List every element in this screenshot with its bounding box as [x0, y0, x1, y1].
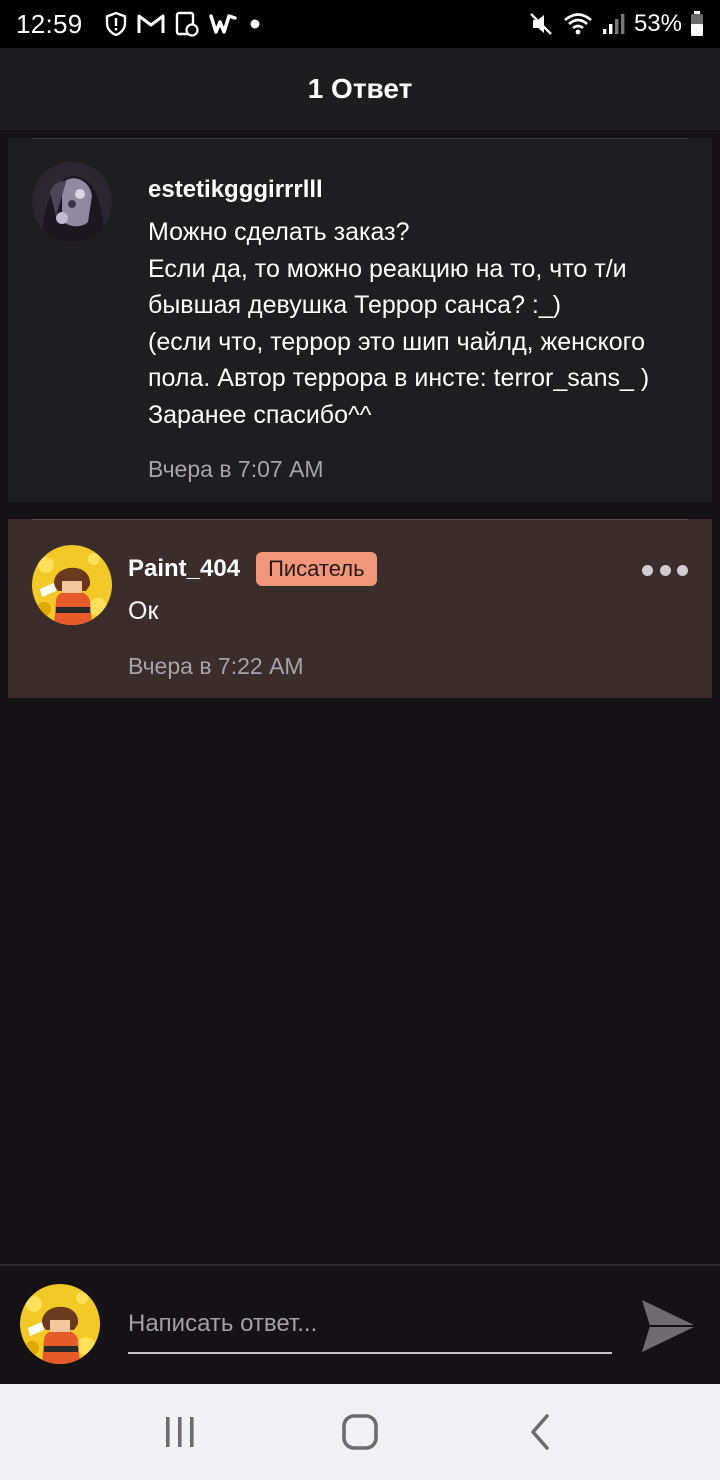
- reply-header: Paint_404 Писатель: [128, 551, 628, 587]
- page-title: 1 Ответ: [307, 73, 413, 104]
- avatar[interactable]: [32, 162, 112, 242]
- comment-text: Можно сделать заказ? Если да, то можно р…: [148, 218, 650, 429]
- comment-header: estetikgggirrrlll: [148, 172, 688, 208]
- reply-card: Paint_404 Писатель Ок Вчера в 7:22 AM: [8, 519, 712, 698]
- notification-app-icon: [175, 11, 199, 37]
- battery-percent: 53%: [633, 10, 682, 37]
- back-button[interactable]: [510, 1402, 570, 1462]
- more-dot: [642, 564, 653, 576]
- recents-icon: [166, 1417, 194, 1447]
- more-options-button[interactable]: [642, 555, 688, 585]
- reply-body: Paint_404 Писатель Ок: [128, 551, 628, 630]
- comment-timestamp: Вчера в 7:07 AM: [148, 456, 324, 482]
- status-bar: 12:59 53%: [0, 0, 720, 48]
- reply-timestamp: Вчера в 7:22 AM: [128, 653, 304, 679]
- dot-icon: [250, 19, 260, 29]
- status-left-icons: [105, 11, 263, 37]
- mute-icon: [530, 13, 552, 35]
- comment-card: estetikgggirrrlll Можно сделать заказ? Е…: [8, 138, 712, 502]
- avatar[interactable]: [32, 545, 112, 625]
- battery-icon: [691, 11, 703, 36]
- wattpad-icon: [208, 14, 237, 34]
- send-icon: [642, 1300, 696, 1352]
- reply-input[interactable]: [128, 1296, 612, 1354]
- status-right: 53%: [528, 10, 704, 38]
- thread-header: 1 Ответ: [0, 48, 720, 130]
- system-nav-bar: [0, 1384, 720, 1480]
- wifi-icon: [564, 13, 592, 35]
- status-time: 12:59: [16, 8, 83, 39]
- home-icon: [342, 1414, 378, 1450]
- more-dot: [677, 564, 688, 576]
- home-button[interactable]: [330, 1402, 390, 1462]
- reply-text: Ок: [128, 597, 159, 625]
- more-dot: [659, 564, 671, 576]
- divider: [32, 519, 688, 520]
- back-icon: [531, 1414, 549, 1450]
- username[interactable]: estetikgggirrrlll: [148, 176, 323, 204]
- send-button[interactable]: [640, 1298, 698, 1354]
- divider: [32, 138, 688, 139]
- screen: 12:59 53% 1 Ответ estetikgggirrrlll Можн…: [0, 0, 720, 1480]
- comment-body: estetikgggirrrlll Можно сделать заказ? Е…: [148, 172, 688, 433]
- recent-apps-button[interactable]: [150, 1402, 210, 1462]
- gmail-icon: [137, 14, 165, 33]
- username[interactable]: Paint_404: [128, 555, 240, 583]
- shield-icon: [105, 12, 126, 36]
- reply-composer: [0, 1264, 720, 1384]
- writer-badge: Писатель: [256, 552, 377, 586]
- my-avatar[interactable]: [20, 1284, 100, 1364]
- signal-icon: [602, 14, 625, 34]
